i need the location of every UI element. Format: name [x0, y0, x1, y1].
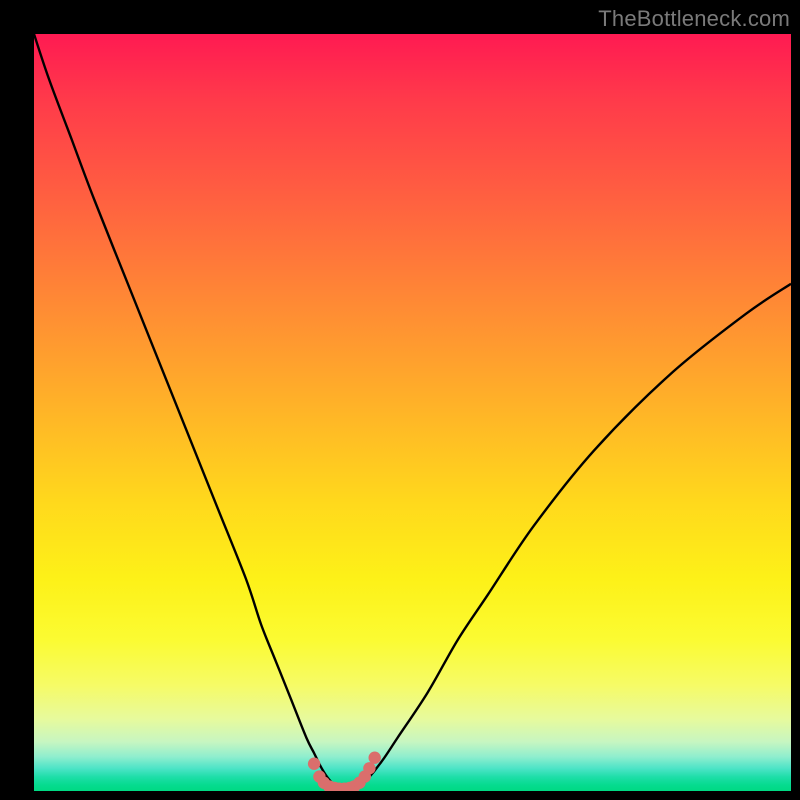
curve-layer	[34, 34, 791, 791]
min-marker	[369, 752, 381, 764]
bottleneck-curve	[34, 34, 791, 789]
outer-frame: TheBottleneck.com	[0, 0, 800, 800]
watermark-text: TheBottleneck.com	[598, 6, 790, 32]
plot-area	[34, 34, 791, 791]
flat-min-markers	[308, 752, 381, 792]
min-marker	[363, 762, 375, 774]
min-marker	[308, 758, 320, 770]
